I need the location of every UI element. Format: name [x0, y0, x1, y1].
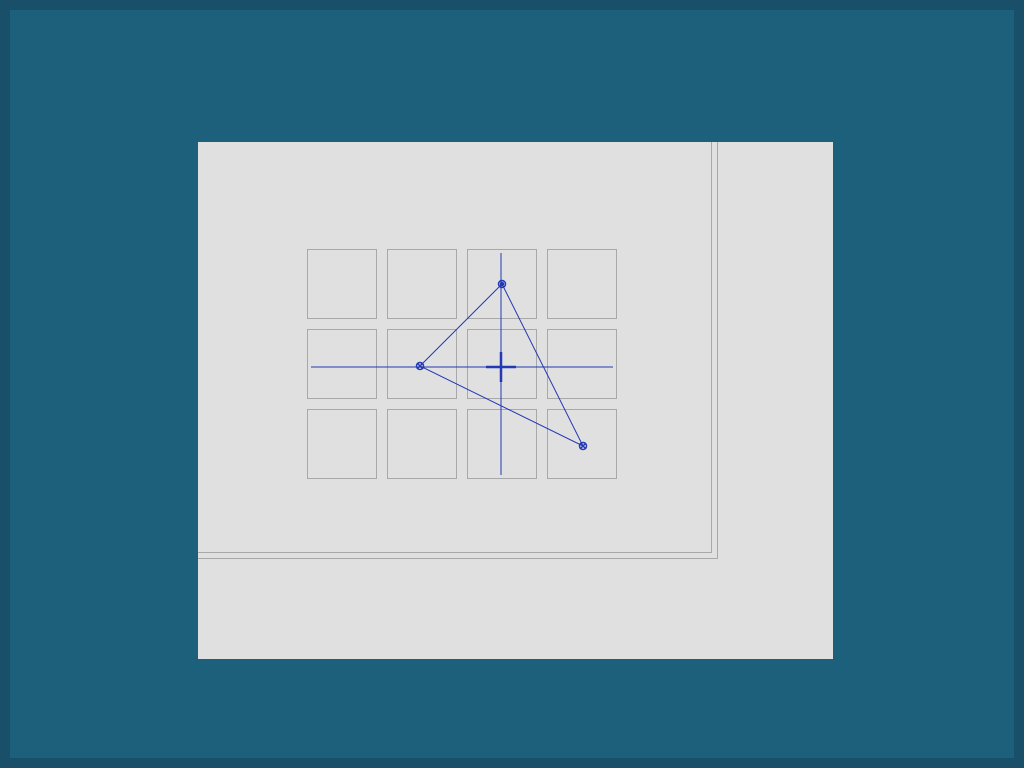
- desktop-background: [0, 0, 1024, 768]
- touch-point-icon[interactable]: [497, 279, 507, 289]
- calibration-overlay: [311, 253, 613, 475]
- touch-point-icon[interactable]: [578, 441, 588, 451]
- touch-point-icon[interactable]: [415, 361, 425, 371]
- calibration-panel[interactable]: [198, 142, 833, 659]
- target-crosshair-icon[interactable]: [486, 352, 516, 382]
